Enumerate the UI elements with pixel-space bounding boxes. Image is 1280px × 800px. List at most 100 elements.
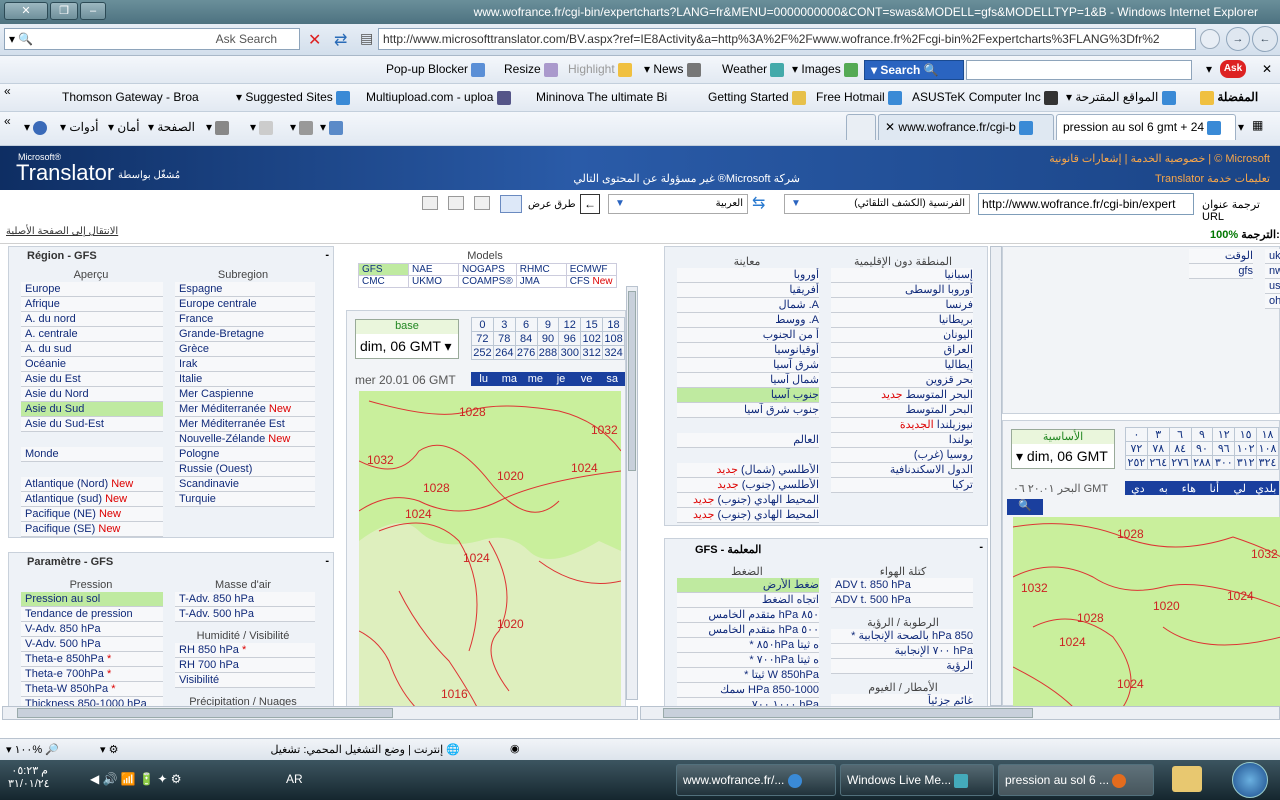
hour-cell[interactable]: 90 (536, 331, 560, 346)
list-item[interactable]: أ من الجنوب (677, 328, 819, 343)
list-item[interactable]: Irak (175, 357, 315, 372)
hour-cell[interactable]: ٠ (1125, 427, 1148, 442)
list-item[interactable]: أوروبا (677, 268, 819, 283)
list-item[interactable]: ٥٠٠ hPa متقدم الخامس (677, 623, 819, 638)
hour-cell[interactable]: 96 (558, 331, 582, 346)
list-item[interactable]: T-Adv. 500 hPa (175, 607, 315, 622)
page-menu[interactable]: ▾ الصفحة (148, 120, 195, 134)
resize-button[interactable]: Resize (504, 62, 559, 77)
more-chevron-icon[interactable]: « (4, 114, 11, 128)
from-language-select[interactable]: ▼ (الفرنسية (الكشف التلقائي (784, 194, 970, 214)
translate-url-input[interactable]: http://www.wofrance.fr/cgi-bin/expert (978, 193, 1194, 215)
day-tab[interactable]: دي (1125, 481, 1151, 495)
ar-pressure-map[interactable]: 1028 1032 1032 1020 1024 1028 1024 1024 (1013, 517, 1280, 706)
list-item[interactable]: Mer Méditerranée New (175, 402, 315, 417)
list-item[interactable]: Espagne (175, 282, 315, 297)
list-item[interactable]: الأطلسي (شمال) جديد (677, 463, 819, 478)
fav-multiupload[interactable]: Multiupload.com - uploa (366, 90, 511, 105)
list-item[interactable]: ضغط الأرض (677, 578, 819, 593)
pressure-map[interactable]: 1028 1032 1024 1032 1028 1020 1024 1024 … (359, 391, 621, 706)
language-indicator[interactable]: AR (286, 772, 303, 786)
list-item[interactable]: شمال آسيا (677, 373, 819, 388)
taskbar-item-ie[interactable]: www.wofrance.fr/... (676, 764, 836, 796)
tab-list-dropdown[interactable]: ▾ (1238, 120, 1244, 134)
list-item[interactable]: ه ثيتا ٨٥٠hPa * (677, 638, 819, 653)
list-item[interactable]: A. شمال (677, 298, 819, 313)
list-item[interactable]: Russie (Ouest) (175, 462, 315, 477)
more-chevron-icon[interactable]: « (4, 84, 11, 98)
list-item[interactable]: Turquie (175, 492, 315, 507)
minimize-button[interactable]: – (80, 2, 106, 20)
hour-cell[interactable]: 300 (558, 345, 582, 360)
start-button[interactable] (1232, 762, 1268, 798)
hour-cell[interactable]: ١٨ (1256, 427, 1279, 442)
list-item[interactable]: 850 hPa بالصحة الإنجابية * (831, 629, 973, 644)
list-item[interactable]: الدول الاسكندنافية (831, 463, 973, 478)
close-tab-icon[interactable]: ✕ (885, 120, 895, 134)
highlight-button[interactable]: Highlight (568, 62, 633, 77)
day-tab[interactable]: ve (573, 372, 600, 386)
list-item[interactable]: uk (1265, 249, 1280, 264)
back-to-original-link[interactable]: الانتقال إلى الصفحة الأصلية (6, 226, 118, 237)
back-button[interactable]: ← (1252, 26, 1278, 52)
fav-getting-started[interactable]: Getting Started (708, 90, 807, 105)
list-item[interactable]: Pacifique (NE) New (21, 507, 163, 522)
news-button[interactable]: ▾ News (644, 62, 701, 77)
help-button[interactable]: ▾ (24, 120, 48, 135)
list-item[interactable]: شرق آسيا (677, 358, 819, 373)
day-tab[interactable]: je (548, 372, 574, 386)
list-item[interactable]: العراق (831, 343, 973, 358)
fav-suggested-sites[interactable]: ▾ Suggested Sites (236, 90, 351, 105)
list-item[interactable]: A. du sud (21, 342, 163, 357)
list-item[interactable]: RH 700 hPa (175, 658, 315, 673)
model-option[interactable]: RHMC (515, 263, 567, 276)
service-help-link[interactable]: تعليمات خدمة Translator (1070, 172, 1270, 185)
to-language-select[interactable]: ▼ العربية (608, 194, 748, 214)
view-side-by-side-icon[interactable] (500, 195, 522, 213)
list-item[interactable]: V-Adv. 850 hPa (21, 622, 163, 637)
ar-time-select[interactable]: ▾ dim, 06 GMT (1012, 444, 1114, 469)
images-button[interactable]: ▾ Images (792, 62, 859, 77)
hour-cell[interactable]: 288 (536, 345, 560, 360)
list-item[interactable]: Atlantique (sud) New (21, 492, 163, 507)
list-item[interactable]: ADV t. 850 hPa (831, 578, 973, 593)
list-item[interactable]: hPa ١٠٠٠ ٧٠٠ ... (677, 698, 819, 706)
scroll-thumb[interactable] (628, 291, 636, 471)
view-translated-icon[interactable] (422, 196, 438, 210)
hour-cell[interactable]: ٧٢ (1125, 441, 1148, 456)
hour-cell[interactable]: 102 (580, 331, 604, 346)
model-option[interactable]: GFS (358, 263, 409, 276)
ar-base-selector[interactable]: الأساسية ▾ dim, 06 GMT (1011, 429, 1115, 469)
base-selector[interactable]: base dim, 06 GMT ▾ (355, 319, 459, 359)
hour-cell[interactable]: 0 (471, 317, 494, 332)
model-option[interactable]: JMA (515, 275, 567, 288)
list-item[interactable]: بحر قزوين (831, 373, 973, 388)
list-item[interactable]: الرؤية (831, 659, 973, 674)
list-item[interactable]: Theta-e 850hPa * (21, 652, 163, 667)
hour-cell[interactable]: ١٠٨ (1256, 441, 1279, 456)
list-item[interactable]: جنوب شرق آسيا (677, 403, 819, 418)
model-option[interactable]: CMC (358, 275, 409, 288)
close-window-button[interactable]: ✕ (4, 2, 48, 20)
mail-button[interactable]: ▾ (250, 120, 274, 135)
list-item[interactable]: Visibilité (175, 673, 315, 688)
hour-cell[interactable]: 78 (492, 331, 516, 346)
list-item[interactable]: Asie du Sud (21, 402, 163, 417)
list-item[interactable]: Europe centrale (175, 297, 315, 312)
day-tab[interactable]: هاء (1175, 481, 1202, 495)
fav-suggested-ar[interactable]: ▾ المواقع المقترحة (1066, 90, 1176, 105)
hour-cell[interactable]: 252 (471, 345, 494, 360)
hour-cell[interactable]: ٩ (1190, 427, 1214, 442)
refresh-icon[interactable]: ⇄ (334, 30, 347, 50)
hour-cell[interactable]: 276 (514, 345, 538, 360)
list-item[interactable]: Asie du Sud-Est (21, 417, 163, 432)
list-item[interactable]: Theta-e 700hPa * (21, 667, 163, 682)
list-item[interactable]: بريطانيا (831, 313, 973, 328)
fav-asus[interactable]: ASUSTeK Computer Inc (912, 90, 1059, 105)
list-item[interactable]: Thickness 850-1000 hPa (21, 697, 163, 706)
model-option[interactable]: UKMO (408, 275, 459, 288)
vertical-scrollbar[interactable] (990, 246, 1002, 706)
hour-cell[interactable]: ٦ (1168, 427, 1192, 442)
day-tab[interactable]: lu (471, 372, 497, 386)
feeds-button[interactable]: ▾ (290, 120, 314, 135)
